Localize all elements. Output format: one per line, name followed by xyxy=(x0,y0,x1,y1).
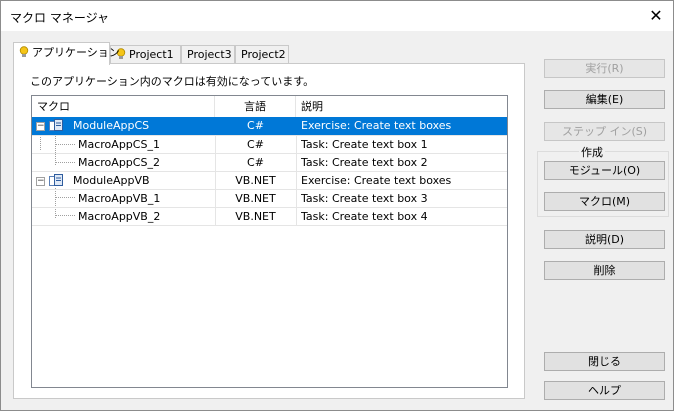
list-header: マクロ 言語 説明 xyxy=(32,96,507,118)
bulb-icon xyxy=(19,46,29,57)
describe-button[interactable]: 説明(D) xyxy=(544,230,665,249)
collapse-icon[interactable]: − xyxy=(36,122,45,131)
macro-name: MacroAppCS_1 xyxy=(78,138,160,151)
table-row[interactable]: − ModuleAppCS C# Exercise: Create text b… xyxy=(32,117,507,135)
table-row[interactable]: − ModuleAppVB VB.NET Exercise: Create te… xyxy=(32,172,507,190)
macro-name: ModuleAppVB xyxy=(73,174,150,187)
collapse-icon[interactable]: − xyxy=(36,177,45,186)
tab-project1[interactable]: Project1 xyxy=(110,45,181,63)
close-button[interactable]: 閉じる xyxy=(544,352,665,371)
create-group-label: 作成 xyxy=(579,144,605,160)
macro-language: C# xyxy=(247,119,264,132)
macro-description: Task: Create text box 4 xyxy=(301,210,428,223)
window-title: マクロ マネージャ xyxy=(10,11,109,25)
header-macro[interactable]: マクロ xyxy=(32,96,215,117)
macro-tree-list[interactable]: マクロ 言語 説明 − ModuleAppCS C# Exercise: Cre… xyxy=(31,95,508,388)
module-icon xyxy=(49,174,63,186)
table-row[interactable]: MacroAppCS_2 C# Task: Create text box 2 xyxy=(32,154,507,172)
macro-description: Exercise: Create text boxes xyxy=(301,119,452,132)
table-row[interactable]: MacroAppVB_1 VB.NET Task: Create text bo… xyxy=(32,190,507,208)
delete-button[interactable]: 削除 xyxy=(544,261,665,280)
tab-label: アプリケーション xyxy=(32,46,120,59)
macro-language: VB.NET xyxy=(235,210,276,223)
create-module-button[interactable]: モジュール(O) xyxy=(544,161,665,180)
macro-description: Task: Create text box 3 xyxy=(301,192,428,205)
macro-language: C# xyxy=(247,138,264,151)
macro-status-text: このアプリケーション内のマクロは有効になっています。 xyxy=(30,75,315,88)
grid-line xyxy=(32,225,507,226)
macro-name: MacroAppVB_1 xyxy=(78,192,161,205)
edit-button[interactable]: 編集(E) xyxy=(544,90,665,109)
title-bar: マクロ マネージャ ✕ xyxy=(1,1,673,31)
create-macro-button[interactable]: マクロ(M) xyxy=(544,192,665,211)
macro-language: VB.NET xyxy=(235,174,276,187)
table-row[interactable]: MacroAppVB_2 VB.NET Task: Create text bo… xyxy=(32,208,507,226)
tab-label: Project3 xyxy=(187,48,232,61)
macro-name: MacroAppVB_2 xyxy=(78,210,161,223)
tab-project2[interactable]: Project2 xyxy=(235,45,289,63)
macro-name: MacroAppCS_2 xyxy=(78,156,160,169)
module-icon xyxy=(49,119,63,131)
macro-name: ModuleAppCS xyxy=(73,119,150,132)
close-icon[interactable]: ✕ xyxy=(639,1,673,31)
macro-language: C# xyxy=(247,156,264,169)
macro-language: VB.NET xyxy=(235,192,276,205)
tab-label: Project2 xyxy=(241,48,286,61)
tab-project3[interactable]: Project3 xyxy=(181,45,235,63)
step-into-button[interactable]: ステップ イン(S) xyxy=(544,122,665,141)
tab-label: Project1 xyxy=(129,48,174,61)
header-language[interactable]: 言語 xyxy=(215,96,296,117)
help-button[interactable]: ヘルプ xyxy=(544,381,665,400)
macro-description: Exercise: Create text boxes xyxy=(301,174,452,187)
header-description[interactable]: 説明 xyxy=(296,96,507,117)
macro-description: Task: Create text box 1 xyxy=(301,138,428,151)
tab-panel: このアプリケーション内のマクロは有効になっています。 マクロ 言語 説明 − M… xyxy=(13,63,525,399)
run-button[interactable]: 実行(R) xyxy=(544,59,665,78)
macro-manager-window: マクロ マネージャ ✕ アプリケーション Project1 Project3 P… xyxy=(0,0,674,411)
tab-application[interactable]: アプリケーション xyxy=(13,42,120,65)
macro-description: Task: Create text box 2 xyxy=(301,156,428,169)
table-row[interactable]: MacroAppCS_1 C# Task: Create text box 1 xyxy=(32,136,507,154)
